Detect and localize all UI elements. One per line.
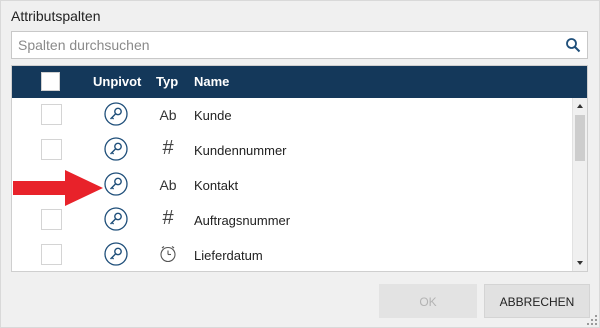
text-type-icon: Ab [159,177,177,193]
select-all-checkbox[interactable] [41,72,60,91]
text-type-icon: Ab [159,107,177,123]
unpivot-key-icon[interactable] [104,207,128,231]
cancel-button[interactable]: ABBRECHEN [484,284,590,318]
row-name: Auftragsnummer [194,213,291,228]
table-row[interactable]: # Kundennummer [12,133,572,168]
table-row[interactable]: # Auftragsnummer [12,203,572,238]
table-row[interactable]: Lieferdatum [12,238,572,271]
red-annotation-arrow [13,170,103,206]
scroll-down-arrow-icon[interactable] [573,255,587,271]
number-type-icon: # [162,137,174,159]
unpivot-key-icon[interactable] [104,242,128,266]
row-name: Lieferdatum [194,248,263,263]
clock-icon [160,246,176,263]
number-type-icon: # [162,207,174,229]
row-name: Kontakt [194,178,239,193]
vertical-scrollbar[interactable] [572,98,587,271]
column-header-typ[interactable]: Typ [156,74,178,89]
unpivot-key-icon[interactable] [104,137,128,161]
scroll-up-arrow-icon[interactable] [573,98,587,114]
row-checkbox[interactable] [41,244,62,265]
attribute-columns-dialog: Attributspalten Unpivot Typ Name [0,0,600,328]
table-row[interactable]: Ab Kunde [12,98,572,133]
resize-grip-icon[interactable] [587,315,597,325]
row-checkbox[interactable] [41,139,62,160]
search-icon[interactable] [565,37,581,53]
row-checkbox[interactable] [41,104,62,125]
unpivot-key-icon[interactable] [104,172,128,196]
row-name: Kunde [194,108,232,123]
unpivot-key-icon[interactable] [104,102,128,126]
dialog-title: Attributspalten [11,8,101,24]
column-header-unpivot[interactable]: Unpivot [93,74,141,89]
column-header-name[interactable]: Name [194,74,229,89]
scrollbar-thumb[interactable] [575,115,585,161]
table-header: Unpivot Typ Name [12,66,587,98]
ok-button[interactable]: OK [379,284,477,318]
search-box[interactable] [11,31,588,59]
row-name: Kundennummer [194,143,287,158]
search-input[interactable] [12,32,558,58]
row-checkbox[interactable] [41,209,62,230]
